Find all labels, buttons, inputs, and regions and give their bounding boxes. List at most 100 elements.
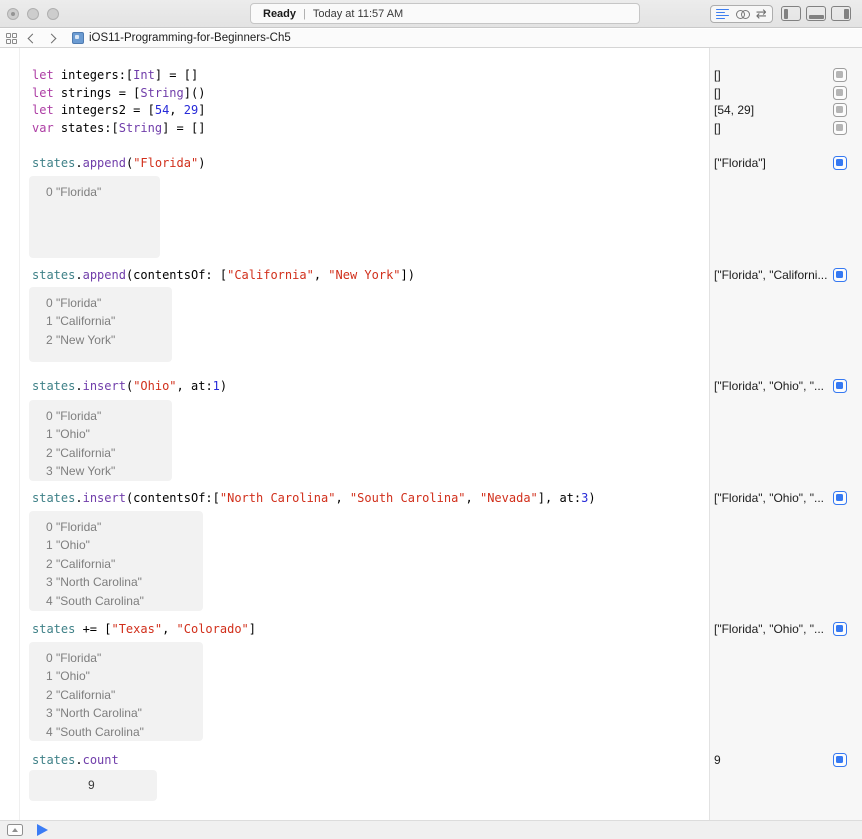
status-separator: | [303, 8, 306, 20]
inline-result-box[interactable]: 0 "Florida"1 "Ohio"2 "California"3 "New … [29, 400, 172, 481]
sidebar-result-text: ["Florida", "Ohio", "... [714, 491, 824, 506]
code-line[interactable]: var states:[String] = [] [32, 121, 205, 136]
code-token: , [335, 491, 349, 505]
navigator-panel-icon [784, 9, 789, 19]
result-button-glyph [836, 106, 843, 113]
code-line[interactable]: states.insert("Ohio", at:1) [32, 379, 227, 394]
zoom-window-button[interactable] [47, 8, 59, 20]
code-line[interactable]: states.append(contentsOf: ["California",… [32, 268, 415, 283]
inline-result-row: 0 "Florida" [29, 407, 172, 425]
assistant-editor-icon [736, 10, 750, 19]
sidebar-result-row: 9 [714, 753, 862, 768]
status-timestamp: Today at 11:57 AM [313, 8, 403, 20]
inline-result-row: 0 "Florida" [29, 294, 172, 312]
standard-editor-button[interactable] [716, 9, 729, 20]
code-token: . [75, 491, 82, 505]
inline-result-row: 1 "Ohio" [29, 536, 203, 554]
code-token: integers2 = [ [54, 103, 155, 117]
chevron-left-icon [28, 33, 38, 43]
toggle-debug-area-button-toolbar[interactable] [806, 6, 826, 21]
show-result-inline-button-active[interactable] [833, 491, 847, 505]
code-token: insert [83, 491, 126, 505]
sidebar-result-row: ["Florida", "Californi... [714, 268, 862, 283]
code-token: , [466, 491, 480, 505]
code-token: ) [220, 379, 227, 393]
sidebar-result-row: ["Florida", "Ohio", "... [714, 622, 862, 637]
result-button-glyph [836, 756, 843, 763]
sidebar-result-row: ["Florida", "Ohio", "... [714, 491, 862, 506]
show-result-inline-button-active[interactable] [833, 268, 847, 282]
run-playground-button[interactable] [37, 824, 48, 836]
debug-bar [0, 820, 862, 839]
related-items-icon[interactable] [6, 33, 17, 44]
version-editor-icon: ⇄ [756, 7, 767, 22]
code-token: (contentsOf:[ [126, 491, 220, 505]
show-result-inline-button-active[interactable] [833, 753, 847, 767]
sidebar-result-row: ["Florida", "Ohio", "... [714, 379, 862, 394]
toggle-navigator-button[interactable] [781, 6, 801, 21]
close-window-button[interactable] [7, 8, 19, 20]
code-token: "Nevada" [480, 491, 538, 505]
toggle-debug-area-button[interactable] [7, 824, 23, 836]
show-result-inline-button[interactable] [833, 86, 847, 100]
jump-bar: iOS11-Programming-for-Beginners-Ch5 [0, 29, 862, 48]
status-ready-label: Ready [263, 8, 296, 20]
result-button-glyph [836, 89, 843, 96]
result-button-glyph [836, 271, 843, 278]
code-line[interactable]: states.insert(contentsOf:["North Carolin… [32, 491, 596, 506]
code-token: 29 [184, 103, 198, 117]
panel-toggle-group [781, 6, 851, 21]
show-result-inline-button-active[interactable] [833, 379, 847, 393]
inline-result-row: 4 "South Carolina" [29, 592, 203, 610]
inline-result-row: 2 "California" [29, 444, 172, 462]
code-token: Int [133, 68, 155, 82]
inline-result-row: 2 "California" [29, 686, 203, 704]
assistant-editor-button[interactable] [736, 10, 750, 19]
version-editor-button[interactable]: ⇄ [756, 5, 767, 23]
result-button-glyph [836, 382, 843, 389]
code-line[interactable]: states.append("Florida") [32, 156, 205, 171]
inline-result-box[interactable]: 0 "Florida"1 "California"2 "New York" [29, 287, 172, 362]
inline-result-row: 0 "Florida" [29, 183, 160, 201]
show-result-inline-button[interactable] [833, 103, 847, 117]
toggle-inspector-button[interactable] [831, 6, 851, 21]
inline-result-box[interactable]: 9 [29, 770, 157, 801]
editor-mode-segmented-control: ⇄ [710, 5, 773, 23]
inline-result-row: 1 "Ohio" [29, 425, 172, 443]
inline-result-row: 2 "New York" [29, 331, 172, 349]
breadcrumb-file-name[interactable]: iOS11-Programming-for-Beginners-Ch5 [89, 32, 291, 44]
code-line[interactable]: let integers2 = [54, 29] [32, 103, 205, 118]
code-token: ) [588, 491, 595, 505]
code-token: 54 [155, 103, 169, 117]
minimize-window-button[interactable] [27, 8, 39, 20]
code-token: states [32, 156, 75, 170]
code-token: ) [198, 156, 205, 170]
code-token: 1 [213, 379, 220, 393]
inline-result-box[interactable]: 0 "Florida"1 "Ohio"2 "California"3 "Nort… [29, 642, 203, 741]
code-token: let [32, 103, 54, 117]
show-result-inline-button-active[interactable] [833, 156, 847, 170]
inline-result-row: 1 "California" [29, 312, 172, 330]
code-token: ] = [] [155, 68, 198, 82]
show-result-inline-button[interactable] [833, 68, 847, 82]
show-result-inline-button-active[interactable] [833, 622, 847, 636]
sidebar-result-text: ["Florida"] [714, 156, 766, 171]
standard-editor-icon [716, 9, 729, 20]
code-line[interactable]: states += ["Texas", "Colorado"] [32, 622, 256, 637]
code-token: var [32, 121, 54, 135]
code-line[interactable]: let strings = [String]() [32, 86, 205, 101]
code-token: += [ [75, 622, 111, 636]
sidebar-result-row: [] [714, 86, 862, 101]
code-line[interactable]: states.count [32, 753, 119, 768]
show-result-inline-button[interactable] [833, 121, 847, 135]
code-token: ] = [] [162, 121, 205, 135]
inline-result-box[interactable]: 0 "Florida"1 "Ohio"2 "California"3 "Nort… [29, 511, 203, 611]
code-line[interactable]: let integers:[Int] = [] [32, 68, 198, 83]
inline-result-box[interactable]: 0 "Florida" [29, 176, 160, 258]
code-token: states [32, 268, 75, 282]
inline-result-row: 3 "North Carolina" [29, 704, 203, 722]
forward-button[interactable] [45, 31, 61, 45]
back-button[interactable] [23, 31, 39, 45]
code-editor[interactable]: let integers:[Int] = [] let strings = [St… [0, 48, 709, 820]
inline-result-row: 3 "New York" [29, 462, 172, 480]
